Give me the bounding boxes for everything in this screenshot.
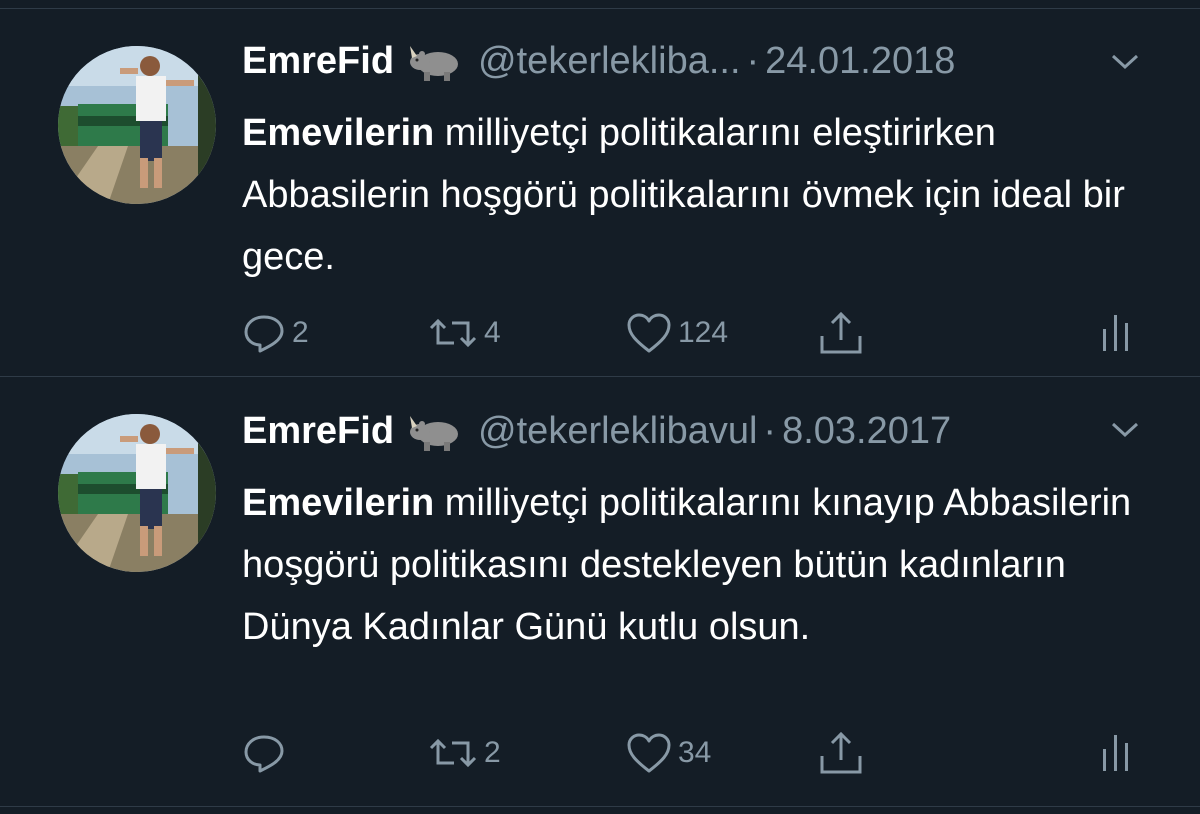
tweet-header: EmreFid @tekerleklibavul · 8.03.2017 xyxy=(242,410,1140,466)
tweet-date[interactable]: 24.01.2018 xyxy=(765,40,955,82)
tweet-text-lead: Emevilerin xyxy=(242,482,435,524)
tweet-card[interactable]: EmreFid @tekerleklibavul · 8.03.2017 Emevil… xyxy=(0,380,1200,808)
avatar-photo xyxy=(58,414,216,572)
chevron-down-icon[interactable] xyxy=(1110,420,1140,440)
tweet-text: Emevilerin milliyetçi politikalarını kın… xyxy=(242,472,1142,658)
reply-count: 2 xyxy=(292,316,309,349)
share-button[interactable] xyxy=(818,308,864,358)
avatar[interactable] xyxy=(58,46,216,204)
display-name[interactable]: EmreFid xyxy=(242,410,394,452)
share-icon xyxy=(818,730,864,776)
reply-icon xyxy=(242,311,286,355)
like-button[interactable]: 124 xyxy=(626,308,728,358)
analytics-button[interactable] xyxy=(1100,308,1132,358)
share-button[interactable] xyxy=(818,728,864,778)
tweet-actions: 2 34 xyxy=(242,728,1152,778)
reply-button[interactable]: 2 xyxy=(242,308,309,358)
like-count: 34 xyxy=(678,736,712,769)
avatar-photo xyxy=(58,46,216,204)
tweet-text-lead: Emevilerin xyxy=(242,112,435,154)
user-handle[interactable]: @tekerlekliba... xyxy=(478,40,740,82)
like-button[interactable]: 34 xyxy=(626,728,711,778)
analytics-icon xyxy=(1100,731,1132,775)
heart-icon xyxy=(626,311,672,355)
tweet-header: EmreFid @tekerlekliba... · 24.01.2018 xyxy=(242,40,1140,96)
retweet-count: 2 xyxy=(484,736,501,769)
retweet-button[interactable]: 4 xyxy=(428,308,501,358)
retweet-icon xyxy=(428,731,478,775)
tweet-date[interactable]: 8.03.2017 xyxy=(782,410,951,452)
like-count: 124 xyxy=(678,316,729,349)
share-icon xyxy=(818,310,864,356)
display-name[interactable]: EmreFid xyxy=(242,40,394,82)
user-handle[interactable]: @tekerleklibavul xyxy=(478,410,757,452)
tweet-divider xyxy=(0,376,1200,377)
tweet-card[interactable]: EmreFid @tekerlekliba... · 24.01.2018 Emevi… xyxy=(0,10,1200,378)
avatar[interactable] xyxy=(58,414,216,572)
rhinoceros-icon xyxy=(408,412,466,452)
tweet-text: Emevilerin milliyetçi politikalarını ele… xyxy=(242,102,1142,288)
reply-button[interactable] xyxy=(242,728,292,778)
rhinoceros-icon xyxy=(408,42,466,82)
reply-icon xyxy=(242,731,286,775)
tweet-divider xyxy=(0,806,1200,807)
tweet-actions: 2 4 124 xyxy=(242,308,1152,358)
retweet-icon xyxy=(428,311,478,355)
separator: · xyxy=(763,410,777,452)
top-divider xyxy=(0,8,1200,9)
retweet-count: 4 xyxy=(484,316,501,349)
retweet-button[interactable]: 2 xyxy=(428,728,501,778)
heart-icon xyxy=(626,731,672,775)
chevron-down-icon[interactable] xyxy=(1110,52,1140,72)
analytics-button[interactable] xyxy=(1100,728,1132,778)
analytics-icon xyxy=(1100,311,1132,355)
separator: · xyxy=(746,40,760,82)
tweet-feed: EmreFid @tekerlekliba... · 24.01.2018 Emevi… xyxy=(0,0,1200,814)
